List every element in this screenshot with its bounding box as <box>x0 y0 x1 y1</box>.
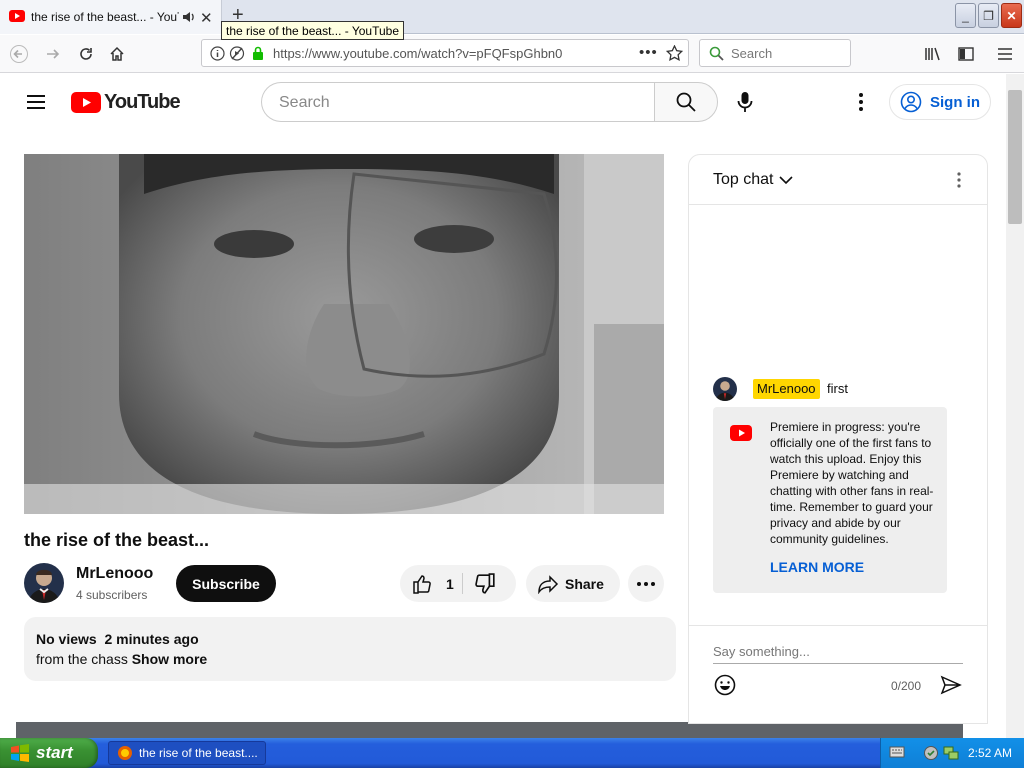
tab-tooltip: the rise of the beast... - YouTube <box>221 21 405 40</box>
windows-logo-icon <box>11 744 29 762</box>
premiere-notice: Premiere in progress: you're officially … <box>713 407 947 593</box>
youtube-play-icon <box>71 92 101 113</box>
info-icon[interactable] <box>210 46 225 61</box>
message-author[interactable]: MrLenooo <box>753 379 820 399</box>
video-player[interactable] <box>24 154 664 514</box>
forward-arrow-icon[interactable] <box>40 41 66 67</box>
account-icon <box>900 91 922 113</box>
video-frame <box>24 154 664 514</box>
video-title: the rise of the beast... <box>24 530 210 550</box>
tab-close-icon[interactable]: ✕ <box>200 9 213 27</box>
reload-icon[interactable] <box>73 41 99 67</box>
youtube-search-placeholder: Search <box>279 94 330 111</box>
share-icon <box>538 574 559 594</box>
window-close-button[interactable]: ✕ <box>1001 3 1022 28</box>
autoplay-blocked-icon[interactable] <box>229 46 245 61</box>
chat-header: Top chat <box>689 155 987 205</box>
tab-title: the rise of the beast... - YouTube <box>31 10 179 24</box>
character-count: 0/200 <box>891 679 922 693</box>
address-bar[interactable]: https://www.youtube.com/watch?v=pFQFspGh… <box>201 39 689 67</box>
youtube-icon <box>730 425 752 441</box>
system-tray: 2:52 AM <box>880 738 1024 768</box>
like-button[interactable]: 1 <box>400 565 462 602</box>
security-shield-icon[interactable] <box>923 745 939 761</box>
scrollbar-thumb[interactable] <box>1008 90 1022 224</box>
microphone-icon[interactable] <box>735 91 755 113</box>
live-chat-panel: Top chat MrLenooo first Premiere in prog… <box>688 154 988 724</box>
browser-tab[interactable]: the rise of the beast... - YouTube ✕ <box>0 0 222 34</box>
youtube-favicon-icon <box>9 10 25 22</box>
description-snippet: from the chass <box>36 651 128 667</box>
chat-mode-label: Top chat <box>713 171 774 188</box>
browser-tab-strip: the rise of the beast... - YouTube ✕ + _… <box>0 0 1024 34</box>
clock: 2:52 AM <box>968 746 1013 760</box>
subscriber-count: 4 subscribers <box>76 588 148 602</box>
emoji-icon[interactable] <box>714 674 736 696</box>
thumbs-down-icon <box>475 573 495 594</box>
message-text: first <box>827 381 848 396</box>
sidebar-toggle-icon[interactable] <box>953 41 979 67</box>
window-minimize-button[interactable]: _ <box>955 3 976 28</box>
like-count: 1 <box>446 575 454 592</box>
below-video-bar <box>16 722 963 738</box>
url-text: https://www.youtube.com/watch?v=pFQFspGh… <box>273 46 563 61</box>
settings-more-icon[interactable] <box>850 90 872 114</box>
chat-message[interactable]: MrLenooo first <box>689 375 969 403</box>
sign-in-label: Sign in <box>930 93 980 111</box>
premiere-notice-text: Premiere in progress: you're officially … <box>770 420 934 546</box>
share-label: Share <box>565 575 604 592</box>
speaker-icon[interactable] <box>182 10 196 24</box>
more-actions-button[interactable] <box>628 565 664 602</box>
firefox-icon <box>118 746 132 760</box>
upload-time: 2 minutes ago <box>104 631 199 647</box>
send-icon[interactable] <box>940 675 962 695</box>
taskbar-item-label: the rise of the beast.... <box>139 746 258 760</box>
window-restore-button[interactable]: ❐ <box>978 3 999 28</box>
youtube-search-input[interactable]: Search <box>261 82 655 122</box>
show-more-link[interactable]: Show more <box>132 651 207 667</box>
back-arrow-icon[interactable] <box>6 41 32 67</box>
library-icon[interactable] <box>920 41 946 67</box>
chat-menu-icon[interactable] <box>951 171 967 189</box>
thumbs-up-icon <box>413 574 431 594</box>
youtube-search-button[interactable] <box>654 82 718 122</box>
chat-input-area: Say something... 0/200 <box>689 625 987 723</box>
home-icon[interactable] <box>104 41 130 67</box>
view-info: No views 2 minutes ago <box>36 631 199 647</box>
bookmark-star-icon[interactable] <box>666 45 683 61</box>
keyboard-icon[interactable] <box>889 745 905 759</box>
dislike-button[interactable] <box>474 573 496 595</box>
start-button[interactable]: start <box>0 738 98 768</box>
hamburger-menu-icon[interactable] <box>992 41 1018 67</box>
learn-more-link[interactable]: LEARN MORE <box>770 559 864 575</box>
view-count: No views <box>36 631 97 647</box>
share-button[interactable]: Share <box>526 565 620 602</box>
guide-menu-icon[interactable] <box>24 90 48 114</box>
search-icon <box>709 46 724 61</box>
like-divider <box>462 573 463 594</box>
youtube-logo-text: YouTube <box>104 91 181 113</box>
search-placeholder: Search <box>731 46 773 61</box>
more-horizontal-icon <box>637 581 655 586</box>
start-label: start <box>36 743 73 762</box>
page-scrollbar[interactable] <box>1006 74 1024 738</box>
youtube-logo[interactable]: YouTube <box>71 91 181 114</box>
description-text: from the chass Show more <box>36 651 207 667</box>
author-avatar[interactable] <box>713 377 737 401</box>
channel-name[interactable]: MrLenooo <box>76 565 153 583</box>
browser-search-box[interactable]: Search <box>699 39 851 67</box>
lock-icon[interactable] <box>252 46 264 61</box>
subscribe-button[interactable]: Subscribe <box>176 565 276 602</box>
channel-avatar[interactable] <box>24 563 64 603</box>
chevron-down-icon <box>779 175 794 184</box>
page-actions-icon[interactable]: ••• <box>639 44 658 61</box>
like-dislike-group: 1 <box>400 565 516 602</box>
search-icon <box>676 92 696 112</box>
sign-in-button[interactable]: Sign in <box>889 84 991 120</box>
taskbar-firefox-item[interactable]: the rise of the beast.... <box>108 741 266 765</box>
description-box[interactable]: No views 2 minutes ago from the chass Sh… <box>24 617 676 681</box>
network-icon[interactable] <box>943 745 959 761</box>
chat-mode-dropdown[interactable]: Top chat <box>713 171 794 189</box>
chat-message-input[interactable]: Say something... <box>713 642 963 664</box>
